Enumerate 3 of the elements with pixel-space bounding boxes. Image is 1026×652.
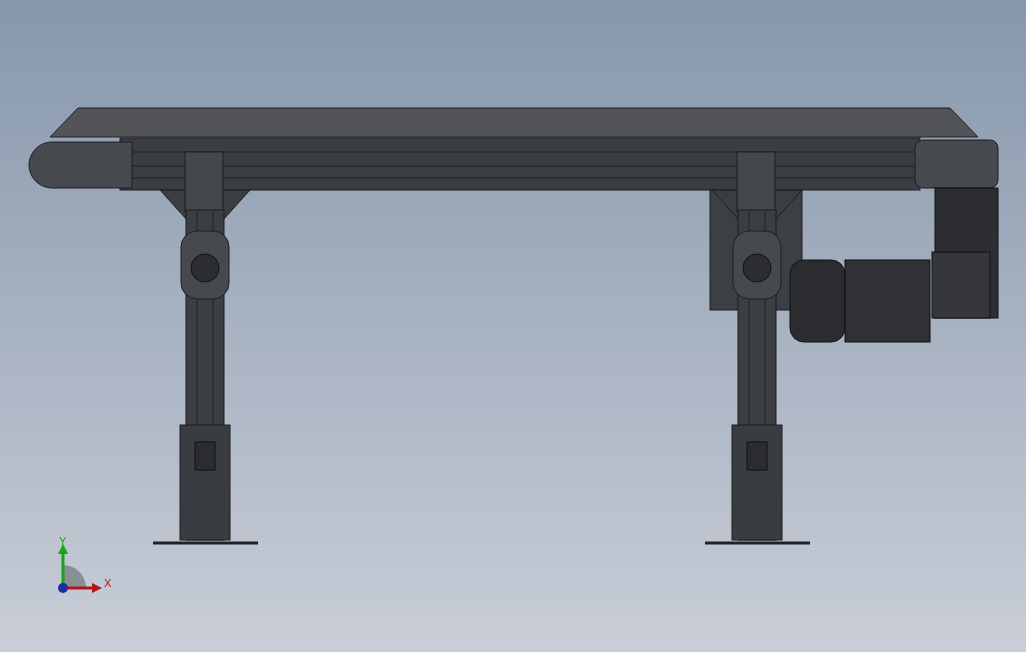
axis-triad-drawing: [58, 544, 102, 593]
y-axis-label: Y: [59, 535, 67, 547]
x-axis-label: X: [104, 577, 112, 589]
